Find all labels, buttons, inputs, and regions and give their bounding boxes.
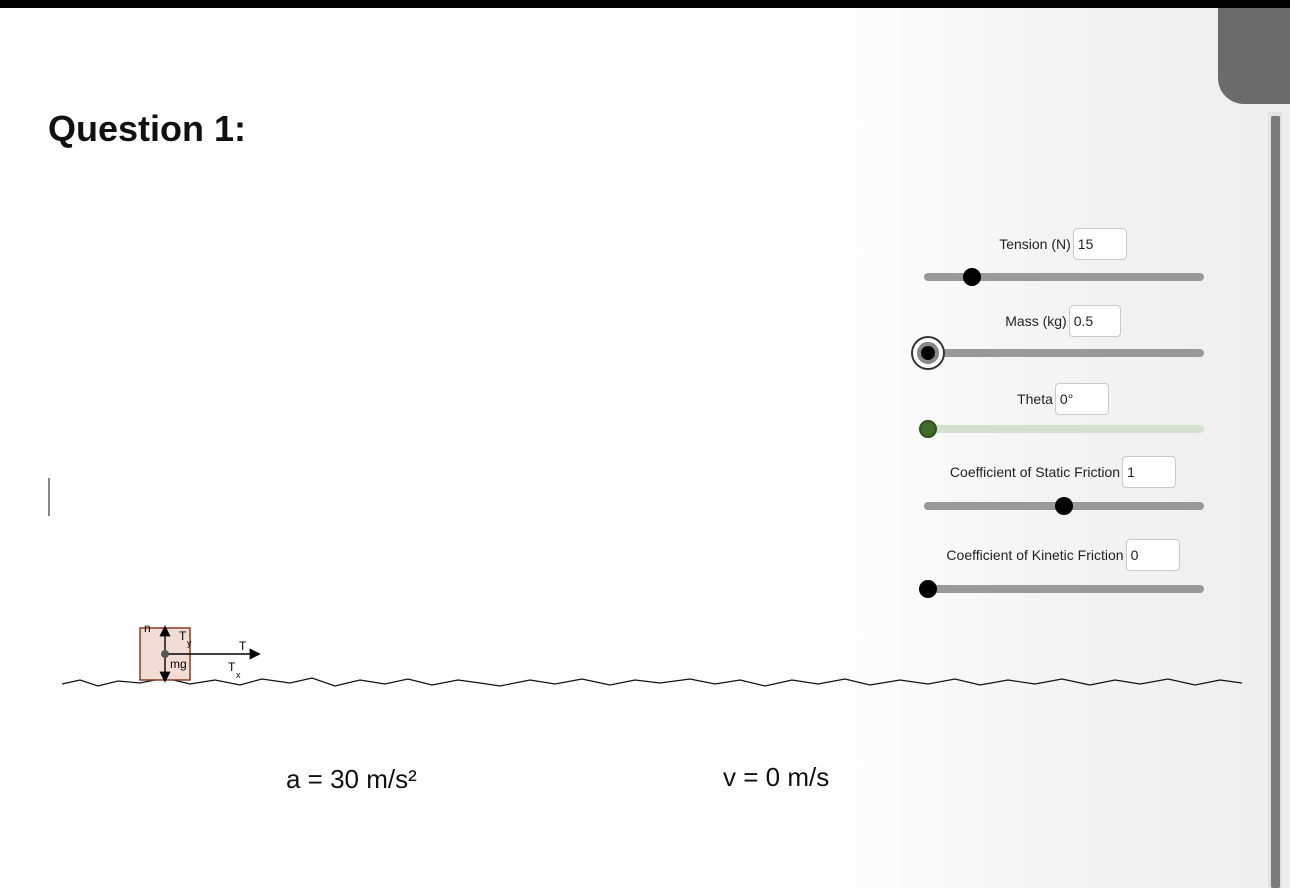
- question-title: Question 1:: [48, 108, 247, 149]
- static-friction-slider-group: Coefficient of Static Friction: [916, 454, 1210, 515]
- tension-slider-knob[interactable]: [962, 268, 981, 286]
- static-friction-slider-knob[interactable]: [1055, 497, 1073, 515]
- tension-y-label: T: [179, 629, 187, 643]
- tension-input[interactable]: [1072, 228, 1127, 260]
- velocity-readout: v = 0 m/s: [723, 762, 830, 792]
- weight-label: mg: [170, 657, 187, 671]
- tension-label: Tension (N): [999, 236, 1071, 252]
- mass-slider-group: Mass (kg): [913, 303, 1210, 368]
- mass-slider-track[interactable]: [924, 349, 1204, 357]
- acceleration-readout: a = 30 m/s²: [286, 764, 417, 794]
- static-friction-input[interactable]: [1122, 456, 1177, 488]
- tension-x-label: T: [228, 660, 236, 674]
- theta-label: Theta: [1017, 391, 1053, 407]
- theta-input[interactable]: [1054, 383, 1109, 415]
- static-friction-label: Coefficient of Static Friction: [949, 464, 1121, 480]
- kinetic-friction-input[interactable]: [1125, 539, 1180, 571]
- mass-label: Mass (kg): [1005, 313, 1067, 329]
- mass-input[interactable]: [1068, 305, 1121, 337]
- top-bar: [0, 0, 1290, 8]
- kinetic-friction-slider-knob[interactable]: [919, 580, 937, 598]
- theta-slider-knob[interactable]: [919, 420, 937, 438]
- kinetic-friction-label: Coefficient of Kinetic Friction: [946, 547, 1124, 563]
- normal-force-label: n: [144, 621, 151, 635]
- free-body-diagram: n T y mg T T x: [61, 621, 1243, 687]
- tension-label: T: [239, 639, 247, 653]
- tension-y-subscript: y: [187, 638, 192, 648]
- kinetic-friction-slider-track[interactable]: [924, 585, 1204, 593]
- center-of-mass-dot: [161, 650, 169, 658]
- corner-tab[interactable]: [1218, 8, 1290, 104]
- tension-x-subscript: x: [236, 670, 241, 680]
- mass-slider-knob[interactable]: [913, 338, 943, 368]
- scrollbar-thumb[interactable]: [1271, 116, 1280, 888]
- theta-slider-track[interactable]: [924, 425, 1204, 433]
- kinetic-friction-slider-group: Coefficient of Kinetic Friction: [916, 537, 1210, 598]
- theta-slider-group: Theta: [916, 381, 1210, 438]
- text-cursor: [48, 478, 50, 516]
- tension-slider-group: Tension (N): [916, 226, 1210, 286]
